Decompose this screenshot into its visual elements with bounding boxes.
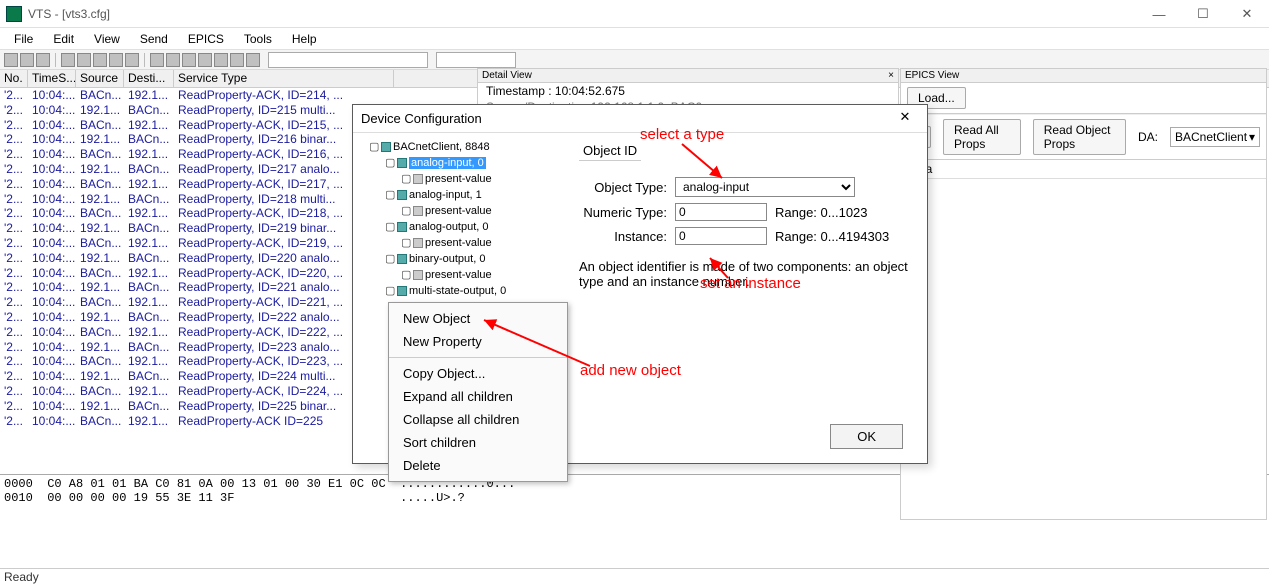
menu-file[interactable]: File (4, 30, 43, 48)
toolbar-icon[interactable] (93, 53, 107, 67)
close-button[interactable]: ✕ (1225, 0, 1269, 28)
col-service[interactable]: Service Type (174, 70, 394, 87)
read-object-props-button[interactable]: Read Object Props (1033, 119, 1126, 155)
ctx-new-object[interactable]: New Object (389, 307, 567, 330)
detail-view-title: Detail View (482, 70, 532, 81)
window-title: VTS - [vts3.cfg] (28, 7, 110, 21)
maximize-button[interactable]: ☐ (1181, 0, 1225, 28)
menu-send[interactable]: Send (130, 30, 178, 48)
close-icon[interactable]: × (888, 70, 894, 81)
col-dest[interactable]: Desti... (124, 70, 174, 87)
tree-root[interactable]: BACnetClient, 8848 (393, 141, 490, 153)
numeric-type-input[interactable] (675, 203, 767, 221)
toolbar-icon[interactable] (36, 53, 50, 67)
epics-data-header: Data (901, 160, 1266, 179)
dialog-title: Device Configuration (361, 111, 482, 126)
toolbar-dropdown[interactable] (268, 52, 428, 68)
tree-node-present-value[interactable]: present-value (425, 269, 492, 281)
toolbar-icon[interactable] (77, 53, 91, 67)
tree-node-binary-output-0[interactable]: binary-output, 0 (409, 253, 485, 265)
numeric-type-range: Range: 0...1023 (775, 205, 868, 220)
toolbar-icon[interactable] (166, 53, 180, 67)
menu-view[interactable]: View (84, 30, 130, 48)
toolbar-icon[interactable] (246, 53, 260, 67)
tree-node-analog-output-0[interactable]: analog-output, 0 (409, 221, 489, 233)
hex-line: 0010 00 00 00 00 19 55 3E 11 3F .....U>.… (4, 491, 465, 505)
toolbar (0, 50, 1269, 70)
tree-node-present-value[interactable]: present-value (425, 237, 492, 249)
tree-node-multistate-output-0[interactable]: multi-state-output, 0 (409, 285, 506, 297)
object-id-form: Object ID Object Type: analog-input Nume… (569, 133, 927, 463)
title-bar: VTS - [vts3.cfg] — ☐ ✕ (0, 0, 1269, 28)
app-icon (6, 6, 22, 22)
instance-range: Range: 0...4194303 (775, 229, 889, 244)
toolbar-icon[interactable] (198, 53, 212, 67)
instance-input[interactable] (675, 227, 767, 245)
ctx-sort-children[interactable]: Sort children (389, 431, 567, 454)
ctx-delete[interactable]: Delete (389, 454, 567, 477)
tree-node-present-value[interactable]: present-value (425, 205, 492, 217)
toolbar-icon[interactable] (109, 53, 123, 67)
toolbar-icon[interactable] (125, 53, 139, 67)
minimize-button[interactable]: — (1137, 0, 1181, 28)
epics-view-pane: EPICS View Load... it Read All Props Rea… (900, 68, 1267, 520)
menu-bar: File Edit View Send EPICS Tools Help (0, 28, 1269, 50)
da-label: DA: (1138, 130, 1158, 144)
menu-tools[interactable]: Tools (234, 30, 282, 48)
status-bar: Ready (0, 568, 1269, 586)
read-all-props-button[interactable]: Read All Props (943, 119, 1021, 155)
object-id-description: An object identifier is made of two comp… (579, 259, 917, 289)
context-menu: New Object New Property Copy Object... E… (388, 302, 568, 482)
dialog-close-button[interactable]: ✕ (891, 109, 919, 129)
toolbar-icon[interactable] (4, 53, 18, 67)
epics-view-title: EPICS View (901, 69, 1266, 83)
toolbar-icon[interactable] (230, 53, 244, 67)
col-time[interactable]: TimeS... (28, 70, 76, 87)
detail-timestamp: Timestamp : 10:04:52.675 (478, 83, 898, 99)
col-source[interactable]: Source (76, 70, 124, 87)
toolbar-icon[interactable] (61, 53, 75, 67)
da-dropdown[interactable]: BACnetClient▾ (1170, 127, 1260, 147)
menu-help[interactable]: Help (282, 30, 327, 48)
ctx-new-property[interactable]: New Property (389, 330, 567, 353)
toolbar-icon[interactable] (214, 53, 228, 67)
ctx-expand-all[interactable]: Expand all children (389, 385, 567, 408)
ctx-collapse-all[interactable]: Collapse all children (389, 408, 567, 431)
toolbar-dropdown[interactable] (436, 52, 516, 68)
toolbar-icon[interactable] (150, 53, 164, 67)
numeric-type-label: Numeric Type: (579, 205, 667, 220)
ctx-copy-object[interactable]: Copy Object... (389, 362, 567, 385)
tree-node-analog-input-1[interactable]: analog-input, 1 (409, 189, 482, 201)
object-id-tab[interactable]: Object ID (579, 143, 641, 161)
toolbar-icon[interactable] (20, 53, 34, 67)
object-type-label: Object Type: (579, 180, 667, 195)
col-no[interactable]: No. (0, 70, 28, 87)
menu-edit[interactable]: Edit (43, 30, 84, 48)
ok-button[interactable]: OK (830, 424, 903, 449)
toolbar-icon[interactable] (182, 53, 196, 67)
instance-label: Instance: (579, 229, 667, 244)
chevron-down-icon: ▾ (1249, 130, 1255, 144)
menu-epics[interactable]: EPICS (178, 30, 234, 48)
tree-node-present-value[interactable]: present-value (425, 173, 492, 185)
tree-node-analog-input-0[interactable]: analog-input, 0 (409, 157, 486, 169)
object-type-dropdown[interactable]: analog-input (675, 177, 855, 197)
